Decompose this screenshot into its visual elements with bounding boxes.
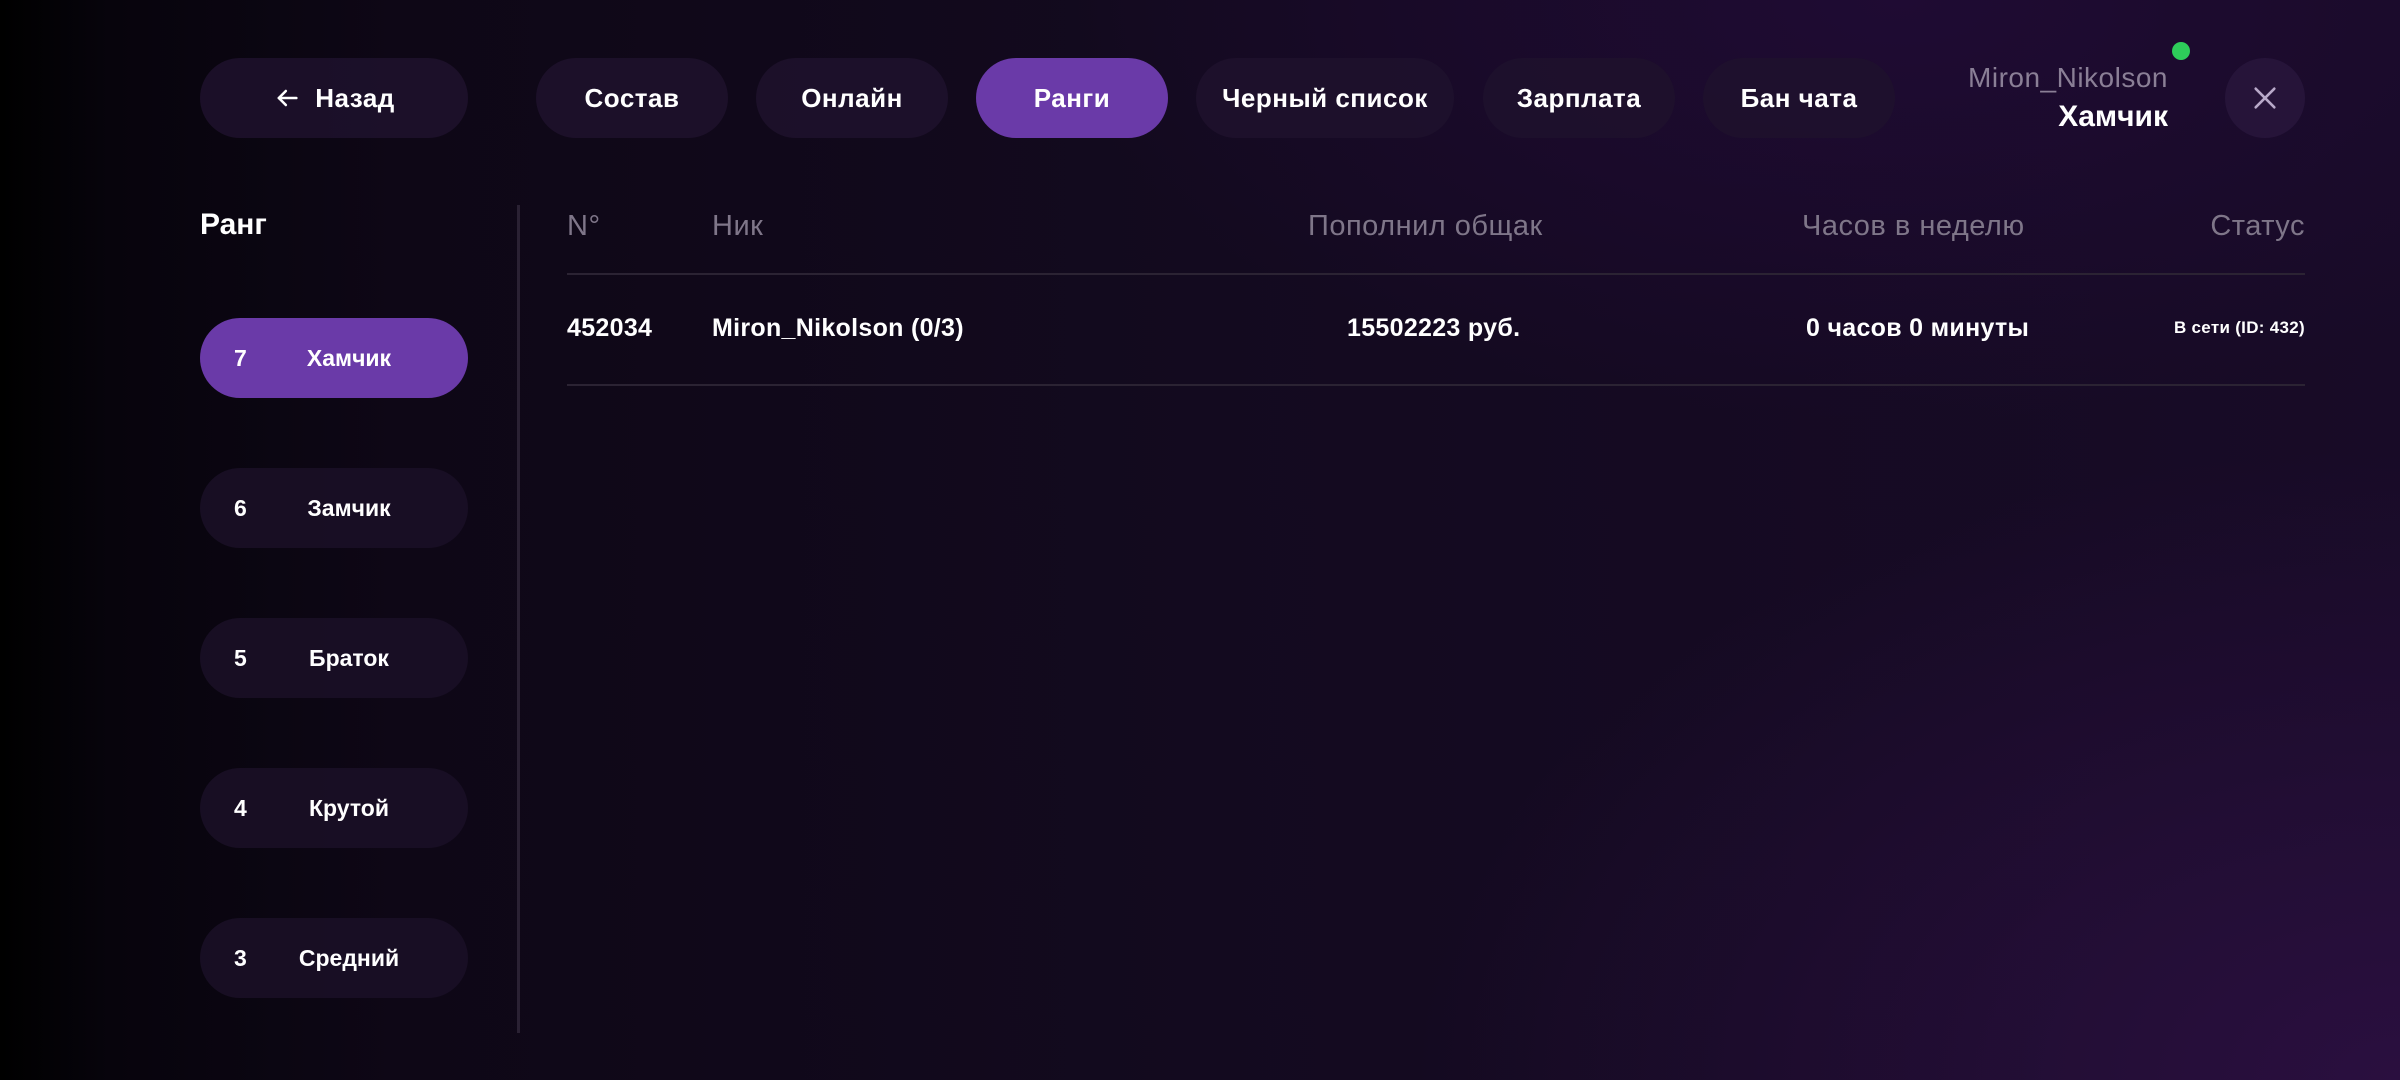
rank-item-6[interactable]: 6 Замчик <box>200 468 468 548</box>
rank-item-3[interactable]: 3 Средний <box>200 918 468 998</box>
tab-label: Зарплата <box>1516 82 1642 113</box>
column-header-hours: Часов в неделю <box>1802 210 2025 242</box>
tab-salary[interactable]: Зарплата <box>1483 58 1675 138</box>
column-header-number: N° <box>567 210 601 242</box>
close-button[interactable] <box>2225 58 2305 138</box>
sidebar-divider <box>517 205 520 1033</box>
column-header-deposit: Пополнил общак <box>1308 210 1543 242</box>
column-header-status: Статус <box>2210 210 2305 242</box>
rank-label: Средний <box>298 944 400 971</box>
cell-status: В сети (ID: 432) <box>2173 318 2305 337</box>
user-rank: Хамчик <box>2058 100 2168 133</box>
tab-label: Ранги <box>1033 82 1111 113</box>
arrow-left-icon <box>277 89 298 107</box>
tab-label: Бан чата <box>1740 82 1858 113</box>
rank-label: Крутой <box>308 794 389 821</box>
cell-id: 452034 <box>567 314 653 342</box>
rank-heading: Ранг <box>200 208 267 241</box>
rank-item-4[interactable]: 4 Крутой <box>200 768 468 848</box>
cell-deposit: 15502223 руб. <box>1347 314 1521 342</box>
cell-nick: Miron_Nikolson (0/3) <box>712 314 964 342</box>
back-button[interactable]: Назад <box>200 58 468 138</box>
tab-label: Состав <box>584 82 680 113</box>
tab-label: Онлайн <box>801 82 903 113</box>
tab-sostav[interactable]: Состав <box>536 58 728 138</box>
table-row-divider <box>567 384 2305 386</box>
rank-item-7[interactable]: 7 Хамчик <box>200 318 468 398</box>
user-name: Miron_Nikolson <box>1968 62 2168 93</box>
tab-ranks[interactable]: Ранги <box>976 58 1168 138</box>
column-header-nick: Ник <box>712 210 764 242</box>
close-icon <box>2254 87 2276 109</box>
tab-chat-ban[interactable]: Бан чата <box>1703 58 1895 138</box>
tab-blacklist[interactable]: Черный список <box>1196 58 1454 138</box>
rank-label: Хамчик <box>306 344 392 371</box>
back-button-label: Назад <box>315 82 395 113</box>
cell-hours: 0 часов 0 минуты <box>1806 314 2030 342</box>
rank-item-5[interactable]: 5 Браток <box>200 618 468 698</box>
rank-label: Замчик <box>307 494 391 521</box>
current-user: Miron_Nikolson Хамчик <box>1968 62 2168 134</box>
tab-online[interactable]: Онлайн <box>756 58 948 138</box>
table-header-divider <box>567 273 2305 275</box>
online-status-dot <box>2172 42 2190 60</box>
rank-label: Браток <box>309 644 389 671</box>
tab-label: Черный список <box>1222 82 1428 113</box>
